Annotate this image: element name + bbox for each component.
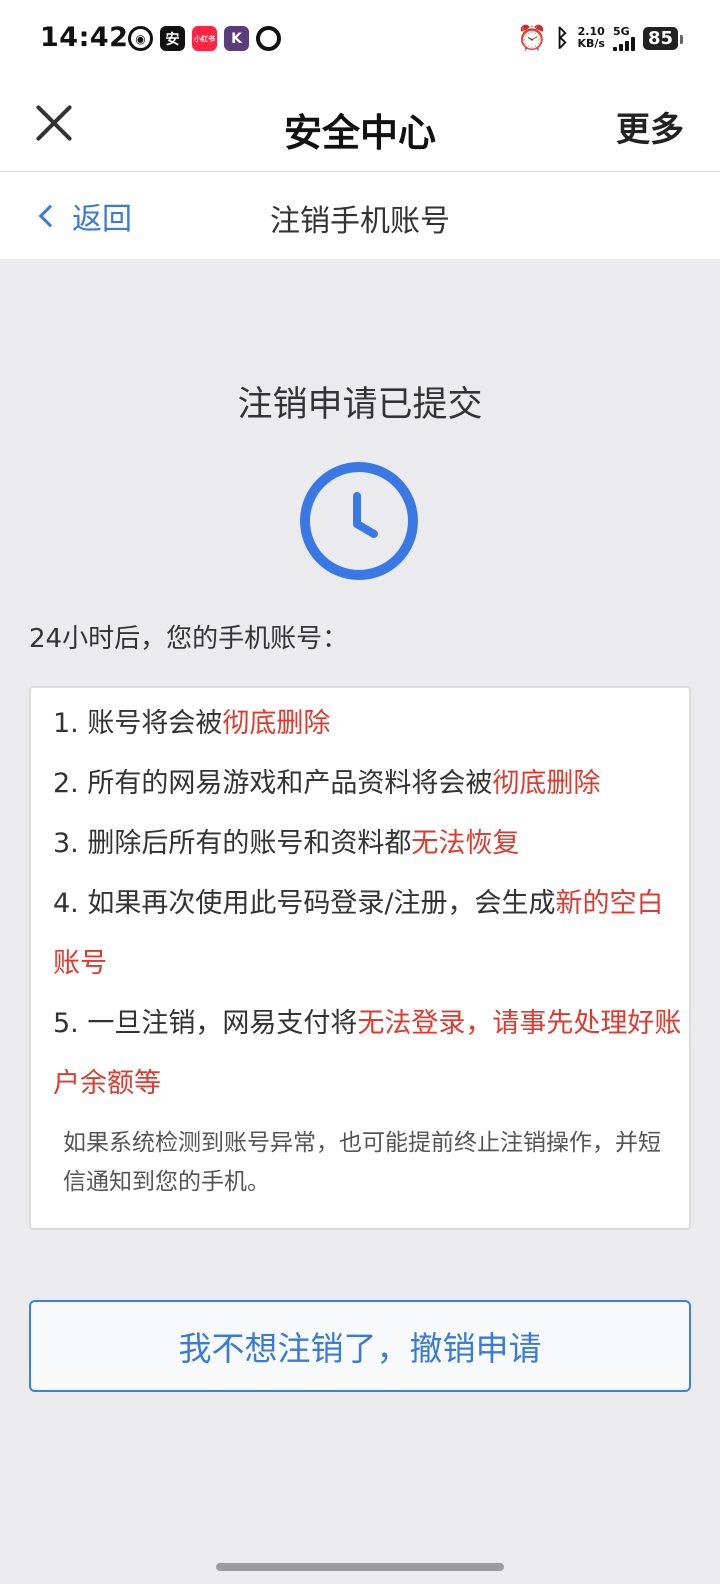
net-speed-unit: KB/s [577, 37, 605, 50]
list-item: 2. 所有的网易游戏和产品资料将会被彻底删除 [53, 768, 601, 799]
alarm-icon: ⏰ [517, 24, 548, 52]
status-time: 14:42 [40, 22, 129, 53]
list-item: 3. 删除后所有的账号和资料都无法恢复 [53, 828, 520, 859]
net-speed: 2.10 KB/s [577, 26, 604, 50]
revoke-request-button[interactable]: 我不想注销了，撤销申请 [29, 1300, 691, 1392]
bluetooth-icon: ᛒ [555, 24, 570, 52]
app-icon-an: 安 [160, 26, 185, 51]
list-item: 5. 一旦注销，网易支付将无法登录，请事先处理好账户余额等 [53, 1008, 682, 1099]
app-icon-k: K [224, 26, 249, 51]
xiaohongshu-icon: 小红书 [192, 26, 217, 51]
list-item: 1. 账号将会被彻底删除 [53, 708, 331, 739]
clock-icon [298, 460, 420, 582]
app-icon-q [256, 26, 281, 51]
app-header: 安全中心 更多 [0, 80, 720, 172]
status-bar: 14:42 ◉ 安 小红书 K ⏰ ᛒ 2.10 KB/s 5G 85 [0, 0, 720, 80]
status-app-icons: ◉ 安 小红书 K [128, 26, 281, 51]
page-title: 安全中心 [283, 111, 436, 155]
intro-text: 24小时后，您的手机账号： [29, 624, 349, 654]
more-button[interactable]: 更多 [616, 102, 684, 151]
info-box: 1. 账号将会被彻底删除 2. 所有的网易游戏和产品资料将会被彻底删除 3. 删… [29, 686, 691, 1230]
battery-icon: 85 [642, 26, 684, 50]
signal-bars [612, 36, 635, 51]
netease-music-icon: ◉ [128, 26, 153, 51]
list-item: 4. 如果再次使用此号码登录/注册，会生成新的空白账号 [53, 888, 664, 979]
info-note: 如果系统检测到账号异常，也可能提前终止注销操作，并短信通知到您的手机。 [63, 1130, 661, 1195]
status-heading: 注销申请已提交 [237, 385, 483, 425]
sub-header: 返回 注销手机账号 [0, 172, 720, 259]
network-type: 5G [612, 24, 630, 38]
home-indicator[interactable] [216, 1563, 504, 1571]
sub-title: 注销手机账号 [270, 204, 450, 239]
status-indicators: ⏰ ᛒ 2.10 KB/s 5G 85 [517, 24, 684, 52]
signal-icon: 5G [612, 24, 635, 51]
